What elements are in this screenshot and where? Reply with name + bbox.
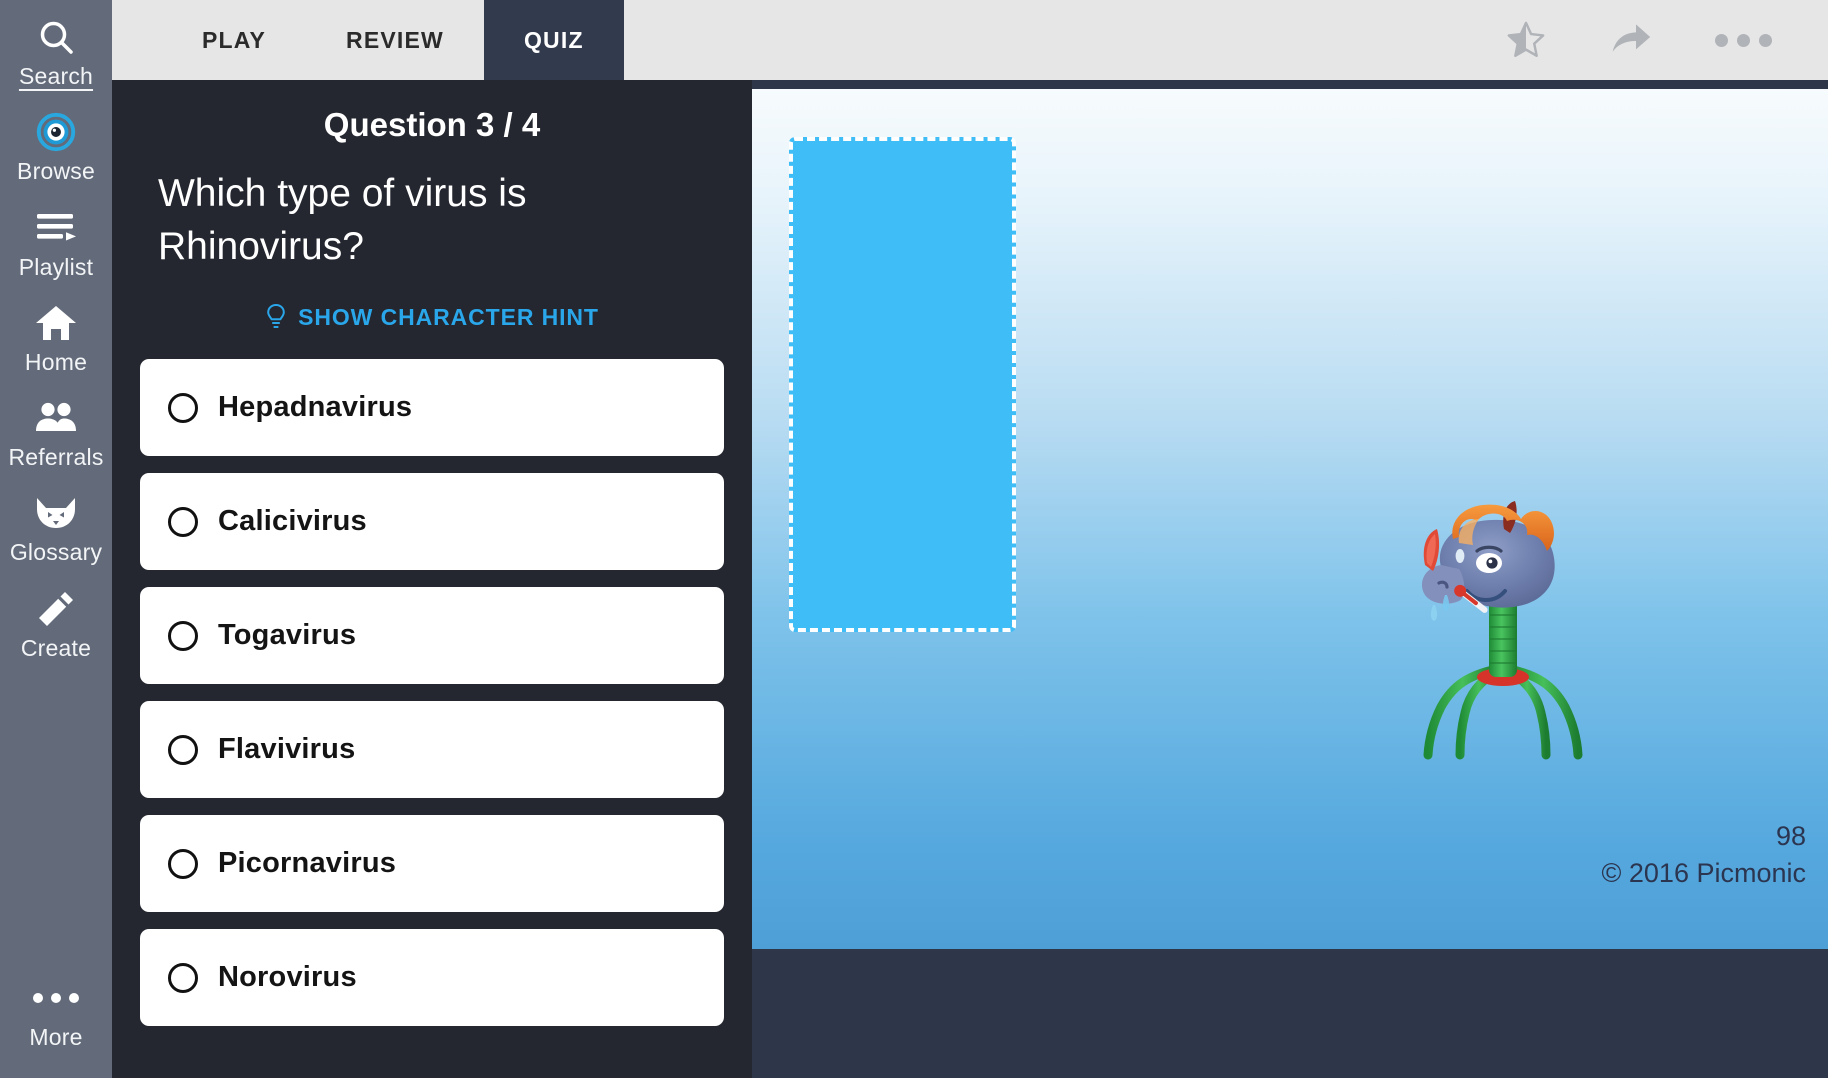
sidebar-item-referrals[interactable]: Referrals [0, 381, 112, 476]
quiz-panel: Question 3 / 4 Which type of virus is Rh… [112, 80, 752, 1078]
picmonic-image-panel: 98 © 2016 Picmonic [752, 80, 1828, 1078]
answer-option-label: Flavivirus [218, 733, 356, 766]
answer-option[interactable]: Calicivirus [140, 473, 724, 571]
hint-button-label: SHOW CHARACTER HINT [298, 303, 599, 330]
answer-option-label: Hepadnavirus [218, 391, 413, 424]
radio-button[interactable] [168, 962, 198, 993]
sidebar-item-label: Referrals [8, 444, 104, 471]
sidebar-item-browse[interactable]: Browse [0, 95, 112, 190]
radio-button[interactable] [168, 848, 198, 879]
ellipsis-icon [33, 975, 79, 1021]
share-arrow-icon[interactable] [1609, 20, 1653, 60]
picmonic-quiz-screen: Search Browse Playlist Home Referrals Gl… [0, 0, 1828, 1078]
sidebar-item-home[interactable]: Home [0, 286, 112, 381]
answer-option[interactable]: Flavivirus [140, 701, 724, 799]
answer-option[interactable]: Togavirus [140, 587, 724, 685]
question-text: Which type of virus is Rhinovirus? [158, 172, 527, 268]
sidebar-item-label: Playlist [18, 253, 94, 280]
radio-button[interactable] [168, 506, 198, 537]
rhinovirus-mnemonic-character [1397, 499, 1607, 769]
sidebar-item-create[interactable]: Create [0, 572, 112, 667]
image-stage: 98 © 2016 Picmonic [752, 89, 1828, 949]
answer-option-label: Norovirus [218, 961, 357, 994]
copyright-text: © 2016 Picmonic [1601, 857, 1807, 888]
answer-option-label: Calicivirus [218, 505, 367, 538]
answer-option-label: Togavirus [218, 619, 357, 652]
radio-button[interactable] [168, 734, 198, 765]
playlist-icon [29, 205, 83, 251]
sidebar-item-label: Glossary [9, 539, 103, 566]
hint-drop-zone[interactable] [789, 137, 1016, 632]
answer-options-list: Hepadnavirus Calicivirus Togavirus Flavi… [140, 359, 724, 1027]
sidebar-item-label: Search [18, 63, 94, 89]
lightbulb-icon [265, 303, 287, 331]
eye-icon [29, 109, 83, 155]
question-counter-label: Question [323, 106, 467, 143]
radio-button[interactable] [168, 392, 198, 423]
fox-icon [29, 490, 83, 536]
sidebar-item-label: Home [24, 348, 88, 375]
top-tab-bar: PLAY REVIEW QUIZ [112, 0, 1828, 80]
question-counter-value: 3 / 4 [475, 106, 541, 143]
star-half-icon[interactable] [1505, 19, 1547, 61]
sidebar-item-label: Browse [17, 158, 95, 185]
sidebar-item-label: More [29, 1023, 83, 1050]
sidebar-item-more[interactable]: More [0, 975, 112, 1056]
tab-play[interactable]: PLAY [162, 0, 306, 80]
show-character-hint-button[interactable]: SHOW CHARACTER HINT [140, 303, 724, 331]
page-number: 98 [1775, 821, 1806, 852]
tab-review[interactable]: REVIEW [306, 0, 484, 80]
radio-button[interactable] [168, 620, 198, 651]
sidebar-item-glossary[interactable]: Glossary [0, 476, 112, 571]
sidebar-item-label: Create [20, 634, 92, 661]
sidebar-item-playlist[interactable]: Playlist [0, 191, 112, 286]
pencil-icon [29, 586, 83, 632]
answer-option-label: Picornavirus [218, 847, 397, 880]
ellipsis-icon[interactable] [1715, 33, 1772, 47]
tab-quiz[interactable]: QUIZ [483, 0, 624, 80]
left-sidebar: Search Browse Playlist Home Referrals Gl… [0, 0, 112, 1078]
home-icon [29, 300, 83, 346]
topbar-actions [1505, 0, 1828, 80]
question-counter: Question 3 / 4 [140, 106, 724, 144]
answer-option[interactable]: Picornavirus [140, 815, 724, 913]
answer-option[interactable]: Norovirus [140, 929, 724, 1027]
sidebar-item-search[interactable]: Search [0, 0, 112, 95]
people-icon [29, 395, 83, 441]
search-icon [29, 14, 83, 60]
copyright-block: 98 © 2016 Picmonic [1602, 818, 1807, 891]
answer-option[interactable]: Hepadnavirus [140, 359, 724, 457]
